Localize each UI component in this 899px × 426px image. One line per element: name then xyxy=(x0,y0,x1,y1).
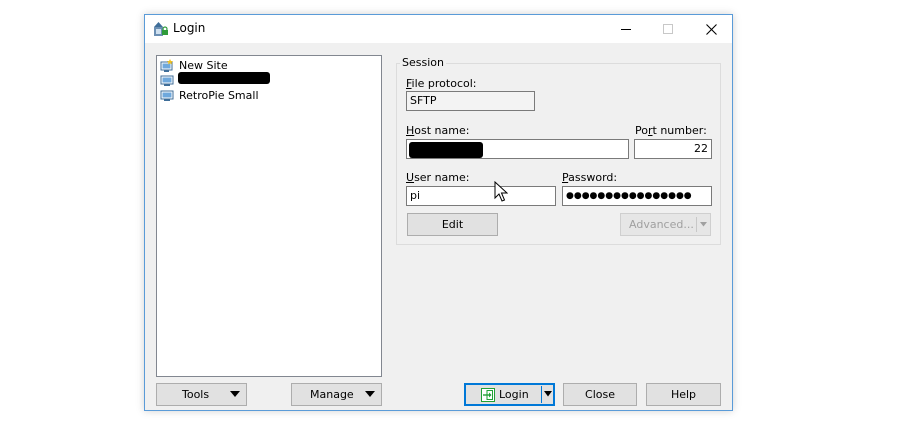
advanced-button[interactable]: Advanced... xyxy=(620,213,711,236)
split-divider xyxy=(696,217,697,232)
login-button[interactable]: Login xyxy=(464,383,555,406)
file-protocol-select[interactable]: SFTP xyxy=(406,91,535,111)
tree-item-site[interactable] xyxy=(160,73,179,88)
tools-button-label: Tools xyxy=(182,388,210,401)
port-number-input[interactable]: 22 xyxy=(634,139,712,159)
password-label: Password: xyxy=(562,171,618,184)
close-window-button[interactable] xyxy=(688,15,734,43)
tree-item-new-site[interactable]: New Site xyxy=(160,58,228,73)
manage-button[interactable]: Manage xyxy=(291,383,382,406)
tools-button[interactable]: Tools xyxy=(156,383,247,406)
file-protocol-label: File protocol: xyxy=(406,77,477,90)
minimize-button[interactable] xyxy=(603,15,649,43)
minimize-icon xyxy=(621,29,631,30)
site-icon xyxy=(160,90,174,101)
close-button[interactable]: Close xyxy=(563,383,637,406)
dropdown-arrow-icon[interactable] xyxy=(544,391,552,397)
chevron-down-icon xyxy=(230,391,240,397)
dropdown-arrow-icon xyxy=(700,222,707,227)
redaction-bar xyxy=(178,72,270,84)
login-icon xyxy=(481,387,495,402)
host-name-label: Host name: xyxy=(406,124,470,137)
chevron-down-icon xyxy=(365,391,375,397)
user-name-input[interactable]: pi xyxy=(406,186,556,206)
login-dialog: Login New Site RetroPie Small Session Fi… xyxy=(144,14,733,411)
session-group-label: Session xyxy=(400,56,446,69)
close-icon xyxy=(705,23,717,35)
window-title: Login xyxy=(173,21,206,35)
port-number-label: Port number: xyxy=(635,124,707,137)
mouse-cursor-icon xyxy=(494,181,508,202)
title-bar[interactable]: Login xyxy=(145,15,732,43)
new-site-icon xyxy=(160,58,173,72)
site-icon xyxy=(160,75,174,86)
tree-item-retropie-small[interactable]: RetroPie Small xyxy=(160,88,259,103)
login-button-label: Login xyxy=(499,388,529,401)
help-button[interactable]: Help xyxy=(646,383,721,406)
tree-item-label: RetroPie Small xyxy=(179,89,259,102)
edit-button[interactable]: Edit xyxy=(407,213,498,236)
winscp-app-icon xyxy=(154,22,168,36)
manage-button-label: Manage xyxy=(310,388,354,401)
site-tree[interactable]: New Site RetroPie Small xyxy=(156,55,382,377)
maximize-button[interactable] xyxy=(645,15,691,43)
split-divider xyxy=(541,386,542,403)
user-name-label: User name: xyxy=(406,171,470,184)
advanced-button-label: Advanced... xyxy=(629,218,694,231)
tree-item-label: New Site xyxy=(179,59,228,72)
maximize-icon xyxy=(663,24,673,34)
password-input[interactable]: ●●●●●●●●●●●●●●●● xyxy=(562,186,712,206)
redaction-bar xyxy=(409,142,483,158)
